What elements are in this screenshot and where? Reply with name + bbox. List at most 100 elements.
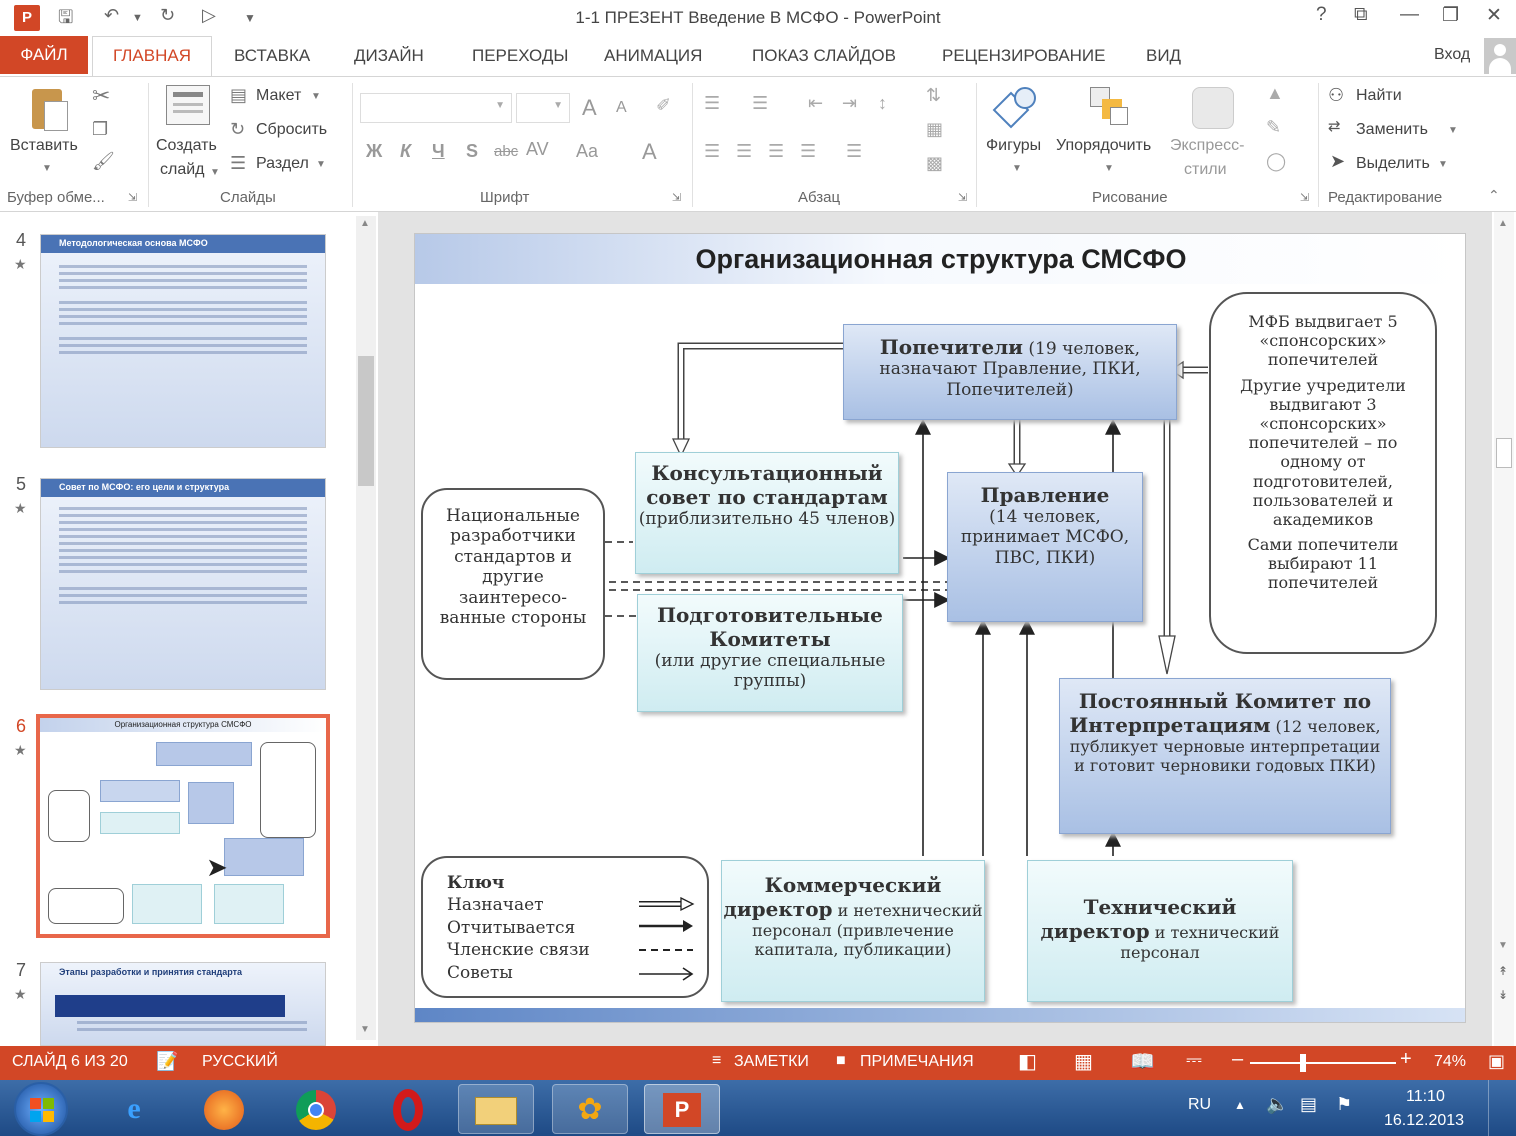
slideshow-view-icon[interactable]: ⎓ xyxy=(1186,1049,1202,1072)
columns-icon[interactable]: ☰ xyxy=(846,141,862,162)
italic-button[interactable]: К xyxy=(400,141,411,162)
paste-dropdown-icon[interactable]: ▼ xyxy=(42,163,52,174)
editor-scrollbar[interactable]: ▲ ▼ ↟ ↡ xyxy=(1494,212,1514,1046)
slide-canvas[interactable]: Организационная структура СМСФО Попечите… xyxy=(414,233,1466,1023)
justify-icon[interactable]: ☰ xyxy=(800,141,816,162)
technical-director-box[interactable]: Технический директор и технический персо… xyxy=(1027,860,1293,1002)
preparatory-committees-box[interactable]: Подготовительные Комитеты (или другие сп… xyxy=(637,594,903,712)
powerpoint-taskbar-icon[interactable]: P xyxy=(644,1084,720,1134)
section-dropdown-icon[interactable]: ▼ xyxy=(316,159,326,170)
arrange-dropdown-icon[interactable]: ▼ xyxy=(1104,163,1114,174)
clock-time[interactable]: 11:10 xyxy=(1406,1088,1445,1106)
layout-button[interactable]: Макет xyxy=(256,87,301,105)
language-indicator[interactable]: РУССКИЙ xyxy=(202,1053,278,1071)
section-button[interactable]: Раздел xyxy=(256,155,309,173)
shapes-button[interactable]: Фигуры xyxy=(986,137,1041,155)
char-spacing-button[interactable]: AV xyxy=(526,139,549,160)
tab-review[interactable]: РЕЦЕНЗИРОВАНИЕ xyxy=(942,46,1106,66)
paragraph-launcher-icon[interactable]: ⇲ xyxy=(958,191,967,204)
show-desktop-button[interactable] xyxy=(1488,1080,1516,1136)
replace-button[interactable]: Заменить xyxy=(1356,121,1428,139)
shapes-icon[interactable] xyxy=(992,87,1038,129)
opera-icon[interactable] xyxy=(370,1084,446,1134)
volume-icon[interactable]: 🔈 xyxy=(1266,1094,1288,1115)
bold-button[interactable]: Ж xyxy=(366,141,382,162)
slide-sorter-icon[interactable]: ▦ xyxy=(1074,1049,1093,1074)
avatar[interactable] xyxy=(1484,38,1516,74)
paste-button[interactable]: Вставить xyxy=(10,137,78,155)
sign-in-link[interactable]: Вход xyxy=(1434,46,1470,64)
shapes-dropdown-icon[interactable]: ▼ xyxy=(1012,163,1022,174)
format-painter-icon[interactable]: 🖌 xyxy=(92,151,115,172)
collapse-ribbon-icon[interactable]: ⌃ xyxy=(1488,187,1500,204)
network-icon[interactable]: ▤ xyxy=(1300,1094,1317,1115)
quick-styles-button-line2[interactable]: стили xyxy=(1184,161,1227,179)
zoom-level[interactable]: 74% xyxy=(1434,1053,1466,1071)
grow-font-button[interactable]: A xyxy=(582,95,597,121)
cut-icon[interactable]: ✂ xyxy=(92,83,110,109)
numbering-icon[interactable]: ☰ xyxy=(752,93,768,114)
zoom-in-button[interactable]: + xyxy=(1400,1048,1412,1071)
notes-button[interactable]: ЗАМЕТКИ xyxy=(734,1053,809,1071)
font-launcher-icon[interactable]: ⇲ xyxy=(672,191,681,204)
internet-explorer-icon[interactable]: e xyxy=(96,1084,172,1134)
change-case-button[interactable]: Aa xyxy=(576,141,598,162)
line-spacing-icon[interactable]: ↕ xyxy=(878,93,887,114)
clock-date[interactable]: 16.12.2013 xyxy=(1384,1112,1464,1130)
trustees-box[interactable]: Попечители (19 человек, назначают Правле… xyxy=(843,324,1177,420)
tab-view[interactable]: ВИД xyxy=(1146,46,1181,66)
chrome-icon[interactable] xyxy=(278,1084,354,1134)
clear-format-icon[interactable]: ✐ xyxy=(656,95,671,116)
align-text-icon[interactable]: ▦ xyxy=(926,119,943,140)
spellcheck-icon[interactable]: 📝 xyxy=(156,1051,178,1072)
firefox-icon[interactable] xyxy=(186,1084,262,1134)
increase-indent-icon[interactable]: ⇥ xyxy=(842,93,857,114)
advisory-council-box[interactable]: Консультационный совет по стандартам (пр… xyxy=(635,452,899,574)
tab-slideshow[interactable]: ПОКАЗ СЛАЙДОВ xyxy=(752,46,896,66)
comments-button[interactable]: ПРИМЕЧАНИЯ xyxy=(860,1053,974,1071)
slide-thumbnail-6[interactable]: Организационная структура СМСФО xyxy=(36,714,330,938)
board-box[interactable]: Правление (14 человек, принимает МСФО, П… xyxy=(947,472,1143,622)
input-language[interactable]: RU xyxy=(1188,1096,1211,1114)
replace-dropdown-icon[interactable]: ▼ xyxy=(1448,125,1458,136)
drawing-launcher-icon[interactable]: ⇲ xyxy=(1300,191,1309,204)
normal-view-icon[interactable]: ◧ xyxy=(1018,1049,1037,1074)
font-size-select[interactable]: ▼ xyxy=(516,93,570,123)
trustees-selection-box[interactable]: МФБ выдвигает 5 «спонсорских» попечителе… xyxy=(1209,292,1437,654)
new-slide-button-line2[interactable]: слайд xyxy=(160,161,205,179)
reset-button[interactable]: Сбросить xyxy=(256,121,327,139)
help-button[interactable]: ? xyxy=(1316,4,1327,26)
align-center-icon[interactable]: ☰ xyxy=(736,141,752,162)
interpretations-committee-box[interactable]: Постоянный Комитет по Интерпретациям (12… xyxy=(1059,678,1391,834)
clipboard-launcher-icon[interactable]: ⇲ xyxy=(128,191,137,204)
tab-design[interactable]: ДИЗАЙН xyxy=(354,46,424,66)
tab-transitions[interactable]: ПЕРЕХОДЫ xyxy=(472,46,568,66)
shrink-font-button[interactable]: A xyxy=(616,99,627,117)
shape-fill-icon[interactable]: ▲ xyxy=(1266,83,1284,104)
tab-insert[interactable]: ВСТАВКА xyxy=(234,46,310,66)
font-name-select[interactable]: ▼ xyxy=(360,93,512,123)
select-dropdown-icon[interactable]: ▼ xyxy=(1438,159,1448,170)
slide-thumbnail-7[interactable]: Этапы разработки и принятия стандарта xyxy=(40,962,326,1046)
ribbon-display-icon[interactable]: ⧉ xyxy=(1354,4,1368,26)
arrange-icon[interactable] xyxy=(1090,87,1130,127)
tab-home[interactable]: ГЛАВНАЯ xyxy=(92,36,212,76)
strikethrough-button[interactable]: abc xyxy=(494,143,518,160)
new-slide-button[interactable]: Создать xyxy=(156,137,217,155)
shape-outline-icon[interactable]: ✎ xyxy=(1266,117,1281,138)
tray-expand-icon[interactable]: ▲ xyxy=(1234,1098,1246,1112)
bullets-icon[interactable]: ☰ xyxy=(704,93,720,114)
file-explorer-icon[interactable] xyxy=(458,1084,534,1134)
zoom-slider[interactable] xyxy=(1250,1054,1396,1072)
commercial-director-box[interactable]: Коммерческий директор и нетехнический пе… xyxy=(721,860,985,1002)
quick-styles-icon[interactable] xyxy=(1192,87,1234,129)
copy-icon[interactable]: ❐ xyxy=(92,119,108,140)
action-center-icon[interactable]: ⚑ xyxy=(1336,1094,1352,1115)
font-color-button[interactable]: A xyxy=(642,139,657,165)
select-button[interactable]: Выделить xyxy=(1356,155,1430,173)
align-left-icon[interactable]: ☰ xyxy=(704,141,720,162)
paste-icon[interactable] xyxy=(28,85,68,133)
align-right-icon[interactable]: ☰ xyxy=(768,141,784,162)
slide-thumbnail-4[interactable]: Методологическая основа МСФО xyxy=(40,234,326,448)
thumbnails-scrollbar[interactable]: ▲ ▼ xyxy=(356,216,376,1040)
